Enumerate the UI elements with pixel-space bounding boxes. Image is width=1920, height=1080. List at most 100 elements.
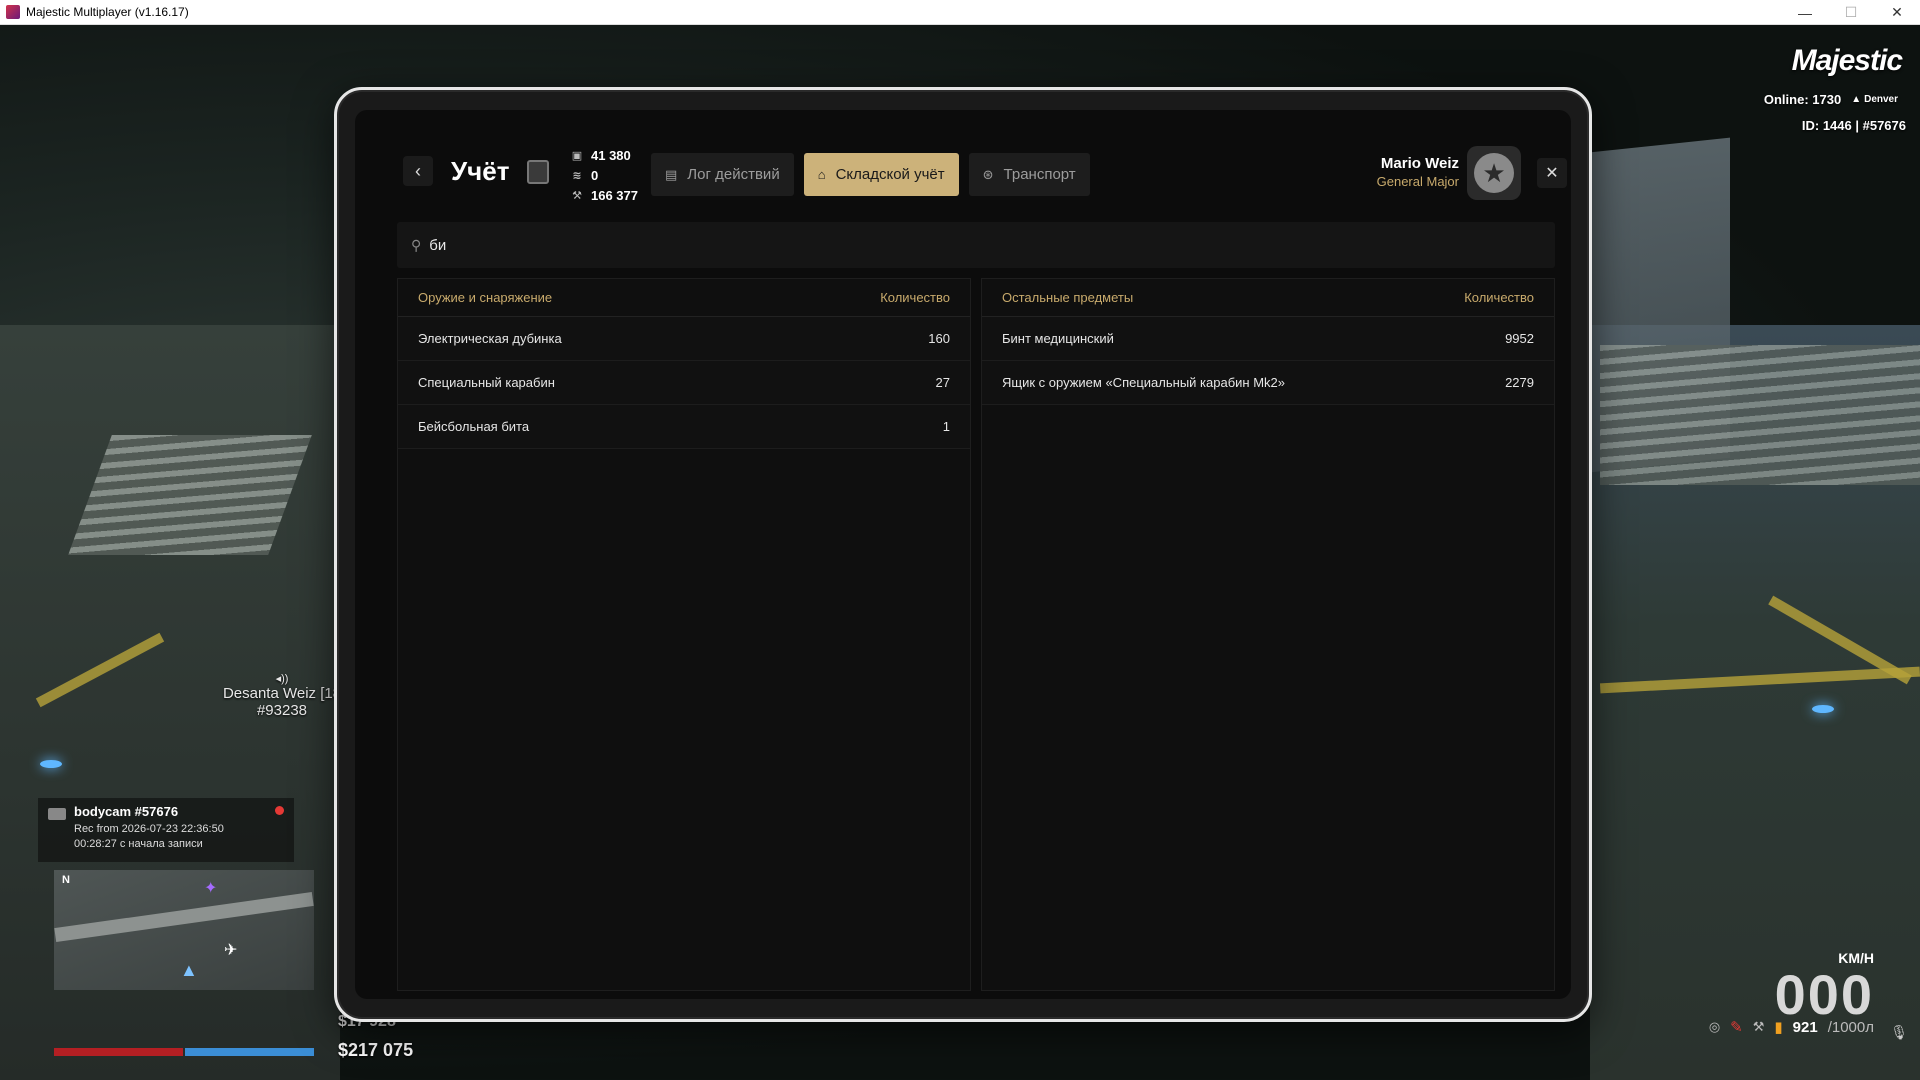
page-title: Учёт xyxy=(451,156,510,186)
item-qty: 9952 xyxy=(1505,331,1534,346)
tablet-screen: ‹ Учёт ▣ 41 380 ≋ 0 ⚒ 166 377 ▤ Лог дейс… xyxy=(355,110,1571,999)
waypoint-blip-icon: ✦ xyxy=(204,880,218,897)
airport-blip-icon: ✈ xyxy=(224,942,238,959)
bodycam-duration: 00:28:27 с начала записи xyxy=(74,838,203,850)
maximize-icon[interactable]: ☐ xyxy=(1828,0,1874,25)
vehicle-status: ◎ ✎ ⚒ ▮ 921 /1000л xyxy=(1708,1018,1874,1037)
column-header-name: Оружие и снаряжение xyxy=(418,290,553,305)
weapons-table: Оружие и снаряжение Количество Электриче… xyxy=(397,278,971,991)
stat-value: 41 380 xyxy=(591,147,631,163)
user-rank: General Major xyxy=(1376,174,1459,189)
user-name: Mario Weiz xyxy=(1380,155,1459,172)
recording-dot-icon xyxy=(275,806,284,815)
column-header-name: Остальные предметы xyxy=(1002,290,1134,305)
bodycam-rec-line: Rec from 2026-07-23 22:36:50 xyxy=(74,823,224,835)
back-button[interactable]: ‹ xyxy=(403,156,433,186)
tablet-header: ‹ Учёт ▣ 41 380 ≋ 0 ⚒ 166 377 ▤ Лог дейс… xyxy=(355,110,1571,220)
stat-row: ≋ 0 xyxy=(571,165,638,185)
tools-icon: ⚒ xyxy=(572,189,582,202)
minimap-road xyxy=(54,891,314,943)
item-qty: 1 xyxy=(942,419,950,434)
status-bars xyxy=(54,1048,314,1056)
documents-icon xyxy=(527,160,549,184)
server-city: ▲ Denver xyxy=(1851,92,1898,107)
tab-label: Складской учёт xyxy=(835,166,945,183)
tablet-frame: ‹ Учёт ▣ 41 380 ≋ 0 ⚒ 166 377 ▤ Лог дейс… xyxy=(334,87,1592,1022)
search-input[interactable] xyxy=(429,236,1530,254)
stat-value: 0 xyxy=(591,167,599,183)
log-icon: ▤ xyxy=(665,166,678,182)
city-icon: ▲ xyxy=(1851,94,1862,105)
user-info: Mario Weiz General Major xyxy=(1377,155,1459,189)
tab-warehouse[interactable]: ⌂ Складской учёт xyxy=(803,153,959,196)
rank-badge: ★ xyxy=(1467,146,1521,200)
bank-amount: $217 075 xyxy=(338,1040,414,1060)
money-icon: ▣ xyxy=(571,149,583,162)
engine-icon: ✎ xyxy=(1730,1019,1743,1036)
server-city-label: Denver xyxy=(1864,94,1898,105)
armor-bar xyxy=(185,1048,314,1056)
fuel-icon: ▮ xyxy=(1774,1019,1783,1036)
wheel-icon: ⊛ xyxy=(982,166,994,182)
table-row[interactable]: Специальный карабин 27 xyxy=(398,361,970,405)
wrench-icon: ⚒ xyxy=(1752,1019,1765,1034)
microphone-icon: 🎙 xyxy=(1890,1024,1908,1040)
fuel-unit: /1000л xyxy=(1827,1018,1874,1036)
stats-block: ▣ 41 380 ≋ 0 ⚒ 166 377 xyxy=(571,145,638,205)
item-qty: 27 xyxy=(935,375,950,390)
item-name: Ящик с оружием «Специальный карабин Mk2» xyxy=(1002,375,1285,390)
stat-row: ▣ 41 380 xyxy=(571,145,638,165)
coins-icon: ≋ xyxy=(572,169,582,182)
minimap-north: N xyxy=(62,874,70,886)
window-controls: — ☐ ✕ xyxy=(1782,0,1920,25)
nameplate-name: Desanta Weiz [18 xyxy=(222,685,342,702)
other-items-table: Остальные предметы Количество Бинт медиц… xyxy=(981,278,1555,991)
stat-row: ⚒ 166 377 xyxy=(571,185,638,205)
star-icon: ★ xyxy=(1474,153,1514,193)
app-icon xyxy=(6,5,20,19)
tab-label: Транспорт xyxy=(1003,166,1076,183)
table-row[interactable]: Ящик с оружием «Специальный карабин Mk2»… xyxy=(982,361,1554,405)
close-icon: ✕ xyxy=(1545,165,1559,182)
scene-light xyxy=(40,760,62,768)
search-icon: ⚲ xyxy=(411,236,422,253)
item-name: Бинт медицинский xyxy=(1002,331,1114,346)
online-count: Online: 1730 xyxy=(1763,92,1842,107)
item-name: Электрическая дубинка xyxy=(418,331,562,346)
item-qty: 160 xyxy=(928,331,950,346)
player-id: ID: 1446 | #57676 xyxy=(1801,118,1906,133)
tab-bar: ▤ Лог действий ⌂ Складской учёт ⊛ Трансп… xyxy=(651,153,1090,196)
camera-icon xyxy=(48,808,66,820)
search-bar: ⚲ xyxy=(397,222,1555,268)
table-header: Оружие и снаряжение Количество xyxy=(398,279,970,317)
tab-action-log[interactable]: ▤ Лог действий xyxy=(651,153,794,196)
scene-light xyxy=(1812,705,1834,713)
warehouse-icon: ⌂ xyxy=(817,167,826,182)
minimize-icon[interactable]: — xyxy=(1782,0,1828,25)
table-row[interactable]: Бинт медицинский 9952 xyxy=(982,317,1554,361)
bodycam-overlay: bodycam #57676 Rec from 2026-07-23 22:36… xyxy=(38,798,294,862)
chevron-left-icon: ‹ xyxy=(415,160,421,181)
item-qty: 2279 xyxy=(1505,375,1534,390)
window-title: Majestic Multiplayer (v1.16.17) xyxy=(26,5,189,19)
stat-value: 166 377 xyxy=(591,187,638,203)
table-row[interactable]: Электрическая дубинка 160 xyxy=(398,317,970,361)
brand-logo: Majestic xyxy=(1791,44,1903,77)
table-row[interactable]: Бейсбольная бита 1 xyxy=(398,405,970,449)
window-titlebar: Majestic Multiplayer (v1.16.17) — ☐ ✕ xyxy=(0,0,1920,25)
nameplate-id: #93238 xyxy=(256,702,308,719)
tab-transport[interactable]: ⊛ Транспорт xyxy=(968,153,1090,196)
seatbelt-icon: ◎ xyxy=(1708,1019,1721,1034)
bodycam-title: bodycam #57676 xyxy=(74,804,179,819)
window-close-icon[interactable]: ✕ xyxy=(1874,0,1920,25)
table-header: Остальные предметы Количество xyxy=(982,279,1554,317)
close-button[interactable]: ✕ xyxy=(1537,158,1567,188)
player-arrow-icon: ▲ xyxy=(180,960,198,980)
online-status: Online: 1730 ▲ Denver xyxy=(1764,92,1898,107)
voice-icon: ◂)) xyxy=(275,673,289,685)
tab-label: Лог действий xyxy=(687,166,780,183)
scene-bleachers-right xyxy=(1600,345,1920,485)
fuel-value: 921 xyxy=(1792,1018,1818,1036)
player-nameplate: ◂)) Desanta Weiz [18 #93238 xyxy=(212,672,352,719)
minimap: N ✦ ✈ ▲ xyxy=(54,870,314,990)
